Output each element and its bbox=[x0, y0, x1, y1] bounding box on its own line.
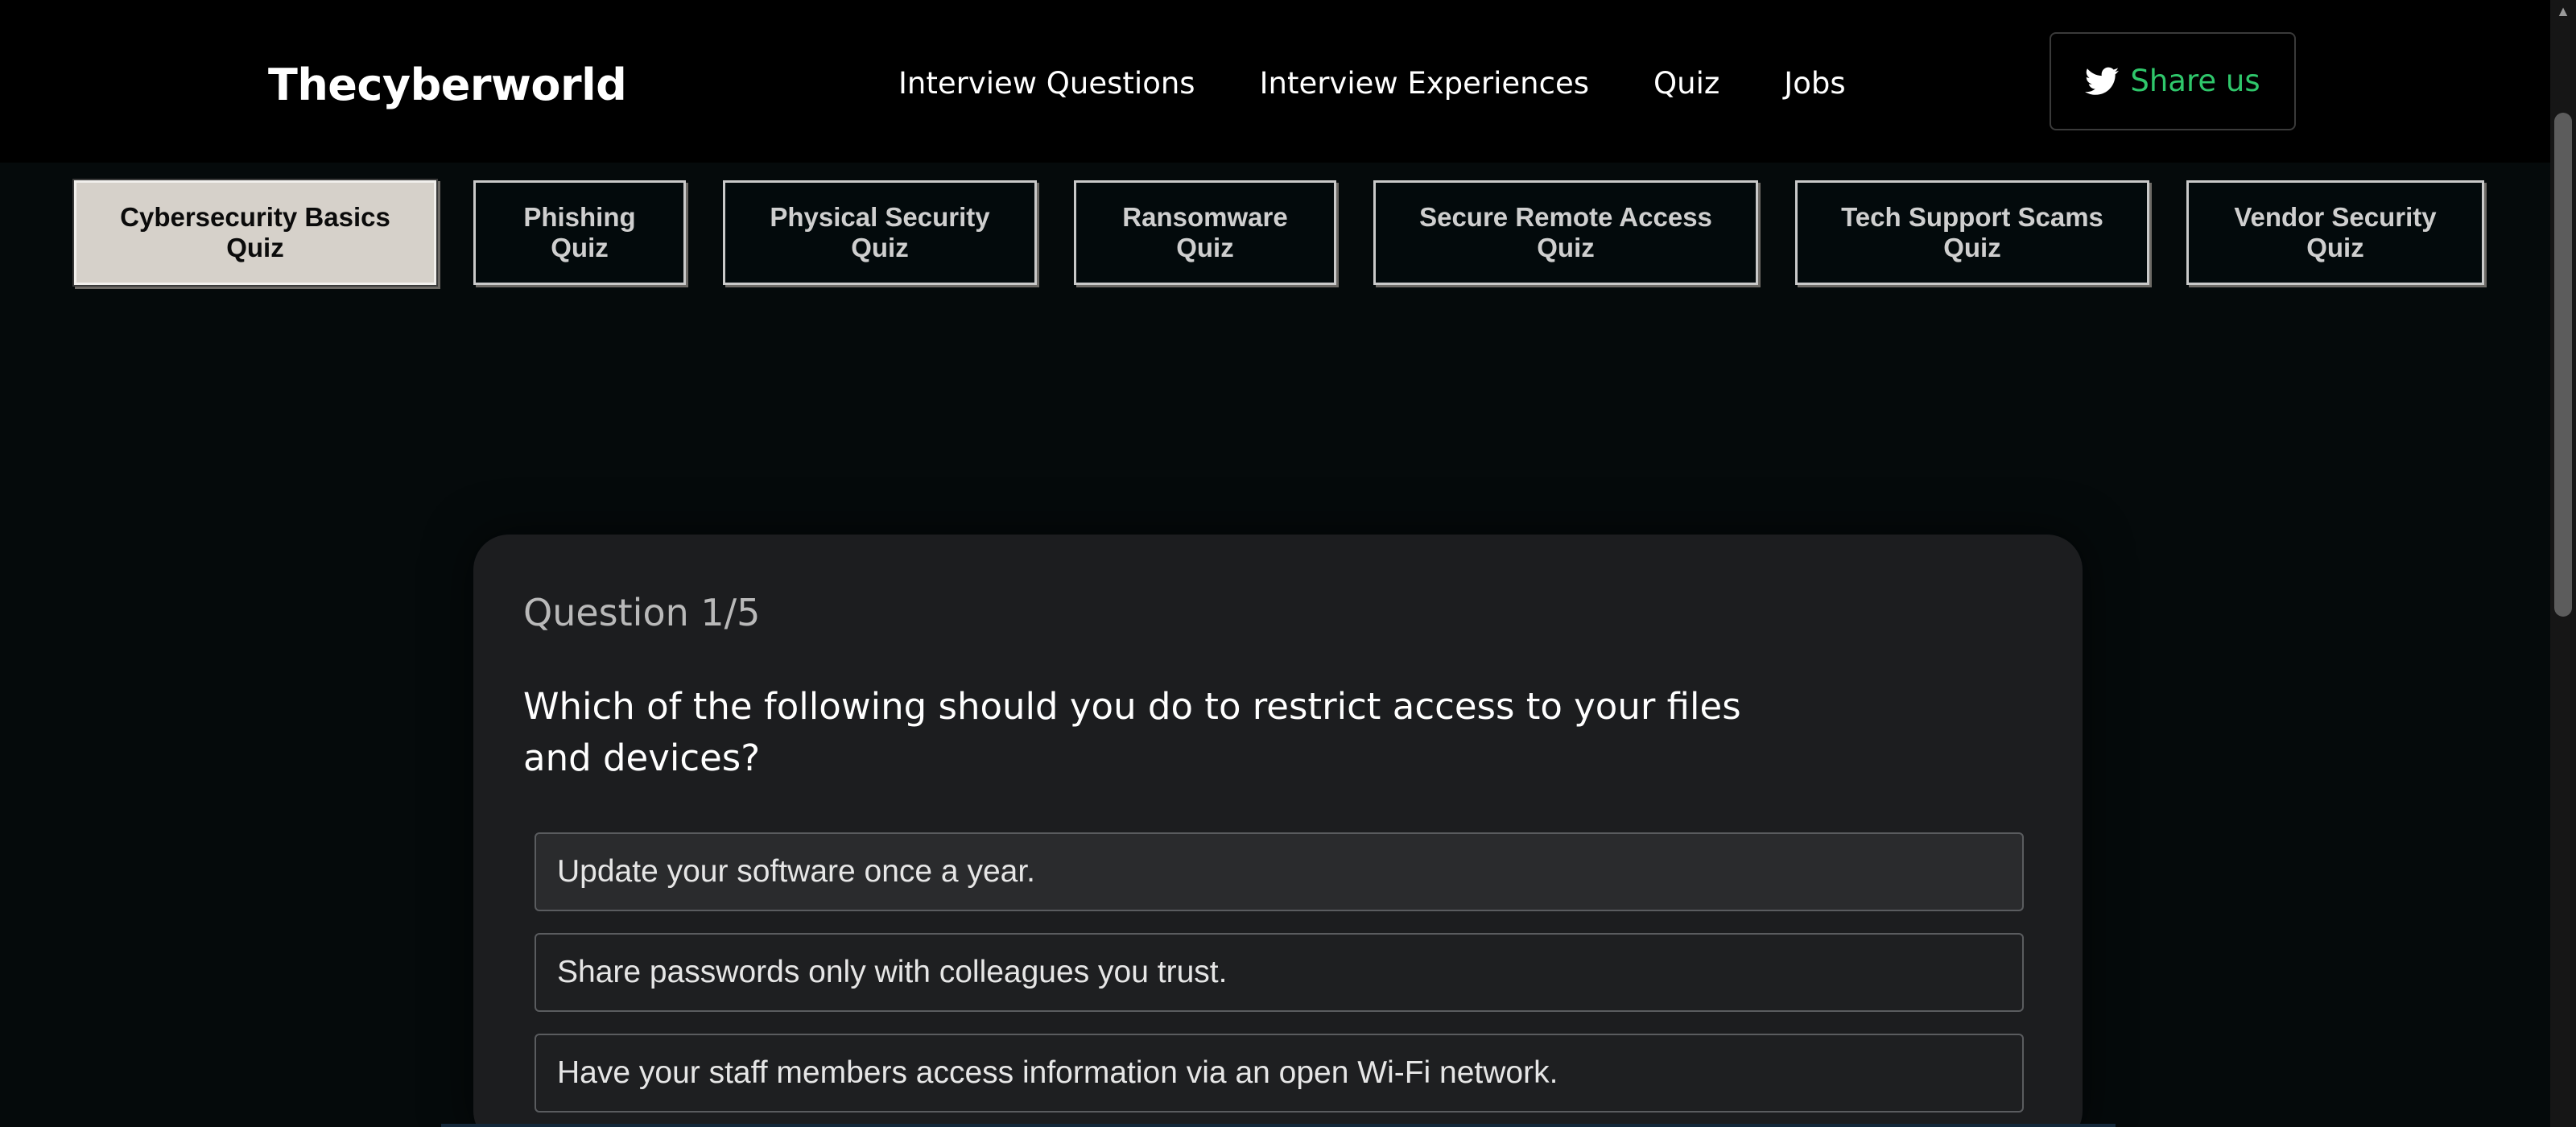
tab-label: Cybersecurity Basics Quiz bbox=[120, 202, 390, 263]
question-text: Which of the following should you do to … bbox=[523, 685, 1741, 779]
tab-physical-security-quiz[interactable]: Physical Security Quiz bbox=[723, 180, 1037, 285]
main-nav: Interview Questions Interview Experience… bbox=[898, 61, 1846, 106]
tab-label-line2: Quiz bbox=[1537, 233, 1595, 262]
tab-label-line2: Quiz bbox=[851, 233, 909, 262]
question-counter: Question 1/5 bbox=[523, 591, 761, 634]
share-button[interactable]: Share us bbox=[2050, 32, 2296, 130]
tab-label-line1: Physical Security bbox=[770, 202, 990, 232]
twitter-icon bbox=[2085, 67, 2120, 96]
answer-option-2[interactable]: Share passwords only with colleagues you… bbox=[535, 933, 2024, 1012]
tab-label-line1: Tech Support Scams bbox=[1841, 202, 2103, 232]
tab-label: Physical Security Quiz bbox=[770, 202, 989, 263]
nav-quiz[interactable]: Quiz bbox=[1653, 61, 1719, 106]
tab-label-line1: Vendor Security bbox=[2234, 202, 2437, 232]
nav-interview-experiences[interactable]: Interview Experiences bbox=[1260, 61, 1589, 106]
tab-tech-support-scams-quiz[interactable]: Tech Support Scams Quiz bbox=[1795, 180, 2149, 285]
quiz-tabs: Cybersecurity Basics Quiz Phishing Quiz Ph… bbox=[0, 180, 2550, 288]
tab-label-line2: Quiz bbox=[1176, 233, 1234, 262]
scroll-up-icon[interactable]: ▲ bbox=[2550, 0, 2576, 23]
tab-vendor-security-quiz[interactable]: Vendor Security Quiz bbox=[2186, 180, 2484, 285]
vertical-scrollbar[interactable]: ▲ bbox=[2550, 0, 2576, 1127]
tab-label-line2: Quiz bbox=[1943, 233, 2001, 262]
tab-ransomware-quiz[interactable]: Ransomware Quiz bbox=[1074, 180, 1336, 285]
tab-label: Secure Remote Access Quiz bbox=[1419, 202, 1712, 263]
footer-edge bbox=[441, 1124, 2116, 1127]
answer-option-1[interactable]: Update your software once a year. bbox=[535, 832, 2024, 911]
site-header: Thecyberworld Interview Questions Interv… bbox=[0, 0, 2550, 163]
tab-label-line1: Secure Remote Access bbox=[1419, 202, 1712, 232]
tab-label-line1: Cybersecurity Basics bbox=[120, 202, 390, 232]
nav-jobs[interactable]: Jobs bbox=[1784, 61, 1845, 106]
tab-label: Vendor Security Quiz bbox=[2234, 202, 2436, 263]
tab-secure-remote-access-quiz[interactable]: Secure Remote Access Quiz bbox=[1373, 180, 1758, 285]
tab-phishing-quiz[interactable]: Phishing Quiz bbox=[473, 180, 686, 285]
answer-option-3[interactable]: Have your staff members access informati… bbox=[535, 1034, 2024, 1113]
quiz-card: Question 1/5 Which of the following shou… bbox=[473, 535, 2083, 1127]
tab-cybersecurity-basics-quiz[interactable]: Cybersecurity Basics Quiz bbox=[74, 180, 436, 285]
answer-list: Update your software once a year. Share … bbox=[535, 832, 2024, 1127]
page: Thecyberworld Interview Questions Interv… bbox=[0, 0, 2576, 1127]
tab-label-line2: Quiz bbox=[2306, 233, 2364, 262]
tab-label-line1: Phishing bbox=[523, 202, 636, 232]
share-label: Share us bbox=[2130, 64, 2260, 98]
nav-interview-questions[interactable]: Interview Questions bbox=[898, 61, 1195, 106]
tab-label: Ransomware Quiz bbox=[1122, 202, 1287, 263]
tab-label-line1: Ransomware bbox=[1122, 202, 1288, 232]
scrollbar-thumb[interactable] bbox=[2554, 113, 2572, 617]
tab-label-line2: Quiz bbox=[551, 233, 609, 262]
site-logo[interactable]: Thecyberworld bbox=[268, 53, 627, 118]
tab-label: Phishing Quiz bbox=[523, 202, 635, 263]
tab-label-line2: Quiz bbox=[226, 233, 284, 262]
tab-label: Tech Support Scams Quiz bbox=[1841, 202, 2103, 263]
